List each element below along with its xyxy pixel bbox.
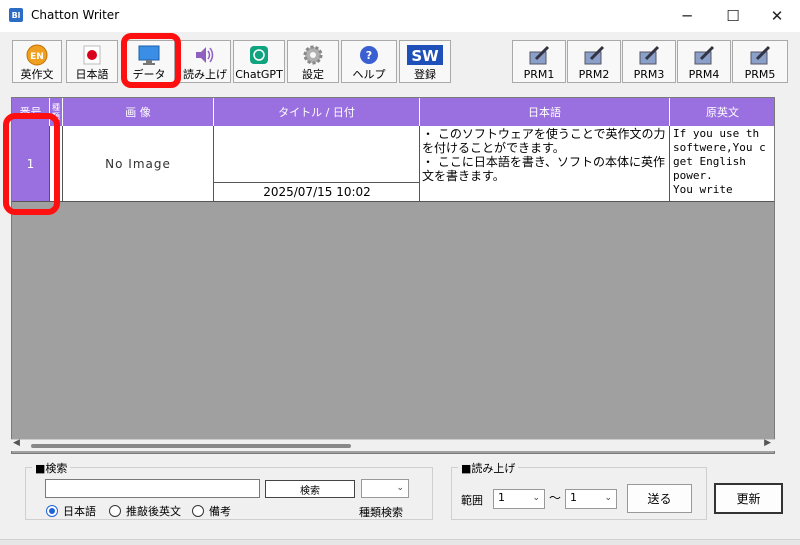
range-tilde: ～ [549, 491, 562, 505]
sw-badge-text: SW [411, 47, 439, 65]
chatgpt-button[interactable]: ChatGPT [233, 40, 285, 83]
column-header-japanese[interactable]: 日本語 [420, 98, 670, 126]
toolbar-label: PRM5 [744, 68, 776, 81]
toolbar: EN 英作文 日本語 データ 読み上げ ChatGPT 設定 ? ヘルプ SW … [0, 32, 800, 88]
highlight-annotation [3, 113, 60, 215]
radio-label: 日本語 [63, 505, 96, 518]
toolbar-label: 英作文 [20, 68, 54, 81]
pencil-folder-icon [527, 43, 551, 67]
settings-button[interactable]: 設定 [287, 40, 339, 83]
radio-revised-english[interactable]: 推敲後英文 [109, 503, 181, 519]
column-header-title-date[interactable]: タイトル / 日付 [214, 98, 420, 126]
read-aloud-group-title: ■読み上げ [458, 460, 519, 476]
search-group-title: ■検索 [32, 460, 71, 476]
radio-indicator [192, 505, 204, 517]
prm4-button[interactable]: PRM4 [677, 40, 731, 83]
sw-icon: SW [407, 43, 443, 67]
radio-japanese[interactable]: 日本語 [46, 503, 96, 519]
row-japanese-cell[interactable]: ・ このソフトウェアを使うことで英作文の力を付けることができます。 ・ ここに日… [420, 126, 670, 202]
toolbar-label: 登録 [414, 68, 436, 81]
read-aloud-button[interactable]: 読み上げ [179, 40, 231, 83]
row-title-cell[interactable]: 2025/07/15 10:02 [214, 126, 420, 202]
horizontal-scrollbar[interactable]: ◀ ▶ [11, 438, 775, 451]
speaker-icon [193, 43, 217, 67]
maximize-button[interactable]: ☐ [710, 0, 756, 32]
toolbar-label: PRM2 [578, 68, 610, 81]
pencil-folder-icon [582, 43, 606, 67]
toolbar-label: 設定 [302, 68, 324, 81]
column-header-image[interactable]: 画 像 [63, 98, 214, 126]
english-composition-button[interactable]: EN 英作文 [12, 40, 62, 83]
send-button[interactable]: 送る [627, 484, 692, 513]
toolbar-label: 読み上げ [183, 68, 227, 81]
register-button[interactable]: SW 登録 [399, 40, 451, 83]
toolbar-label: PRM4 [688, 68, 720, 81]
radio-indicator [46, 505, 58, 517]
toolbar-label: ChatGPT [235, 68, 283, 81]
toolbar-label: 日本語 [75, 68, 109, 81]
en-circle-icon: EN [25, 43, 49, 67]
chevron-down-icon: ⌄ [396, 483, 404, 493]
range-from-value: 1 [498, 491, 505, 504]
row-english-cell[interactable]: If you use th softwere,You c get English… [670, 126, 774, 202]
range-to-select[interactable]: 1 ⌄ [565, 489, 617, 509]
highlight-annotation [121, 33, 181, 88]
radio-label: 推敲後英文 [126, 505, 181, 518]
chatgpt-icon [247, 43, 271, 67]
radio-notes[interactable]: 備考 [192, 503, 231, 519]
toolbar-label: PRM3 [633, 68, 665, 81]
scrollbar-thumb[interactable] [31, 444, 351, 448]
pencil-folder-icon [748, 43, 772, 67]
japanese-button[interactable]: 日本語 [66, 40, 118, 83]
chevron-down-icon: ⌄ [604, 493, 612, 503]
svg-text:?: ? [366, 49, 372, 62]
toolbar-label: ヘルプ [352, 68, 386, 81]
title-bar: Bl Chatton Writer ─ ☐ ✕ [0, 0, 800, 32]
minimize-button[interactable]: ─ [664, 0, 710, 32]
data-grid[interactable]: 番号 種類 画 像 タイトル / 日付 日本語 原英文 1 No Image 2… [11, 97, 775, 454]
prm3-button[interactable]: PRM3 [622, 40, 676, 83]
japan-flag-icon [80, 43, 104, 67]
status-strip [0, 539, 800, 545]
radio-indicator [109, 505, 121, 517]
toolbar-label: PRM1 [523, 68, 555, 81]
search-input[interactable] [45, 479, 260, 498]
app-icon: Bl [9, 8, 23, 22]
prm5-button[interactable]: PRM5 [732, 40, 788, 83]
prm1-button[interactable]: PRM1 [512, 40, 566, 83]
svg-text:EN: EN [30, 52, 44, 62]
close-button[interactable]: ✕ [754, 0, 800, 32]
pencil-folder-icon [637, 43, 661, 67]
column-header-original-english[interactable]: 原英文 [670, 98, 774, 126]
scroll-right-arrow-icon[interactable]: ▶ [764, 438, 771, 448]
window-title: Chatton Writer [31, 8, 120, 22]
prm2-button[interactable]: PRM2 [567, 40, 621, 83]
range-label: 範囲 [461, 494, 483, 507]
pencil-folder-icon [692, 43, 716, 67]
update-button[interactable]: 更新 [714, 483, 783, 514]
chevron-down-icon: ⌄ [532, 493, 540, 503]
range-to-value: 1 [570, 491, 577, 504]
row-image-cell[interactable]: No Image [63, 126, 214, 202]
gear-icon [301, 43, 325, 67]
type-search-label: 種類検索 [359, 506, 403, 519]
scroll-left-arrow-icon[interactable]: ◀ [13, 438, 20, 448]
help-icon: ? [357, 43, 381, 67]
radio-label: 備考 [209, 505, 231, 518]
type-select[interactable]: ⌄ [361, 479, 409, 498]
search-button[interactable]: 検索 [265, 480, 355, 498]
range-from-select[interactable]: 1 ⌄ [493, 489, 545, 509]
row-date-text: 2025/07/15 10:02 [214, 182, 419, 201]
help-button[interactable]: ? ヘルプ [341, 40, 397, 83]
